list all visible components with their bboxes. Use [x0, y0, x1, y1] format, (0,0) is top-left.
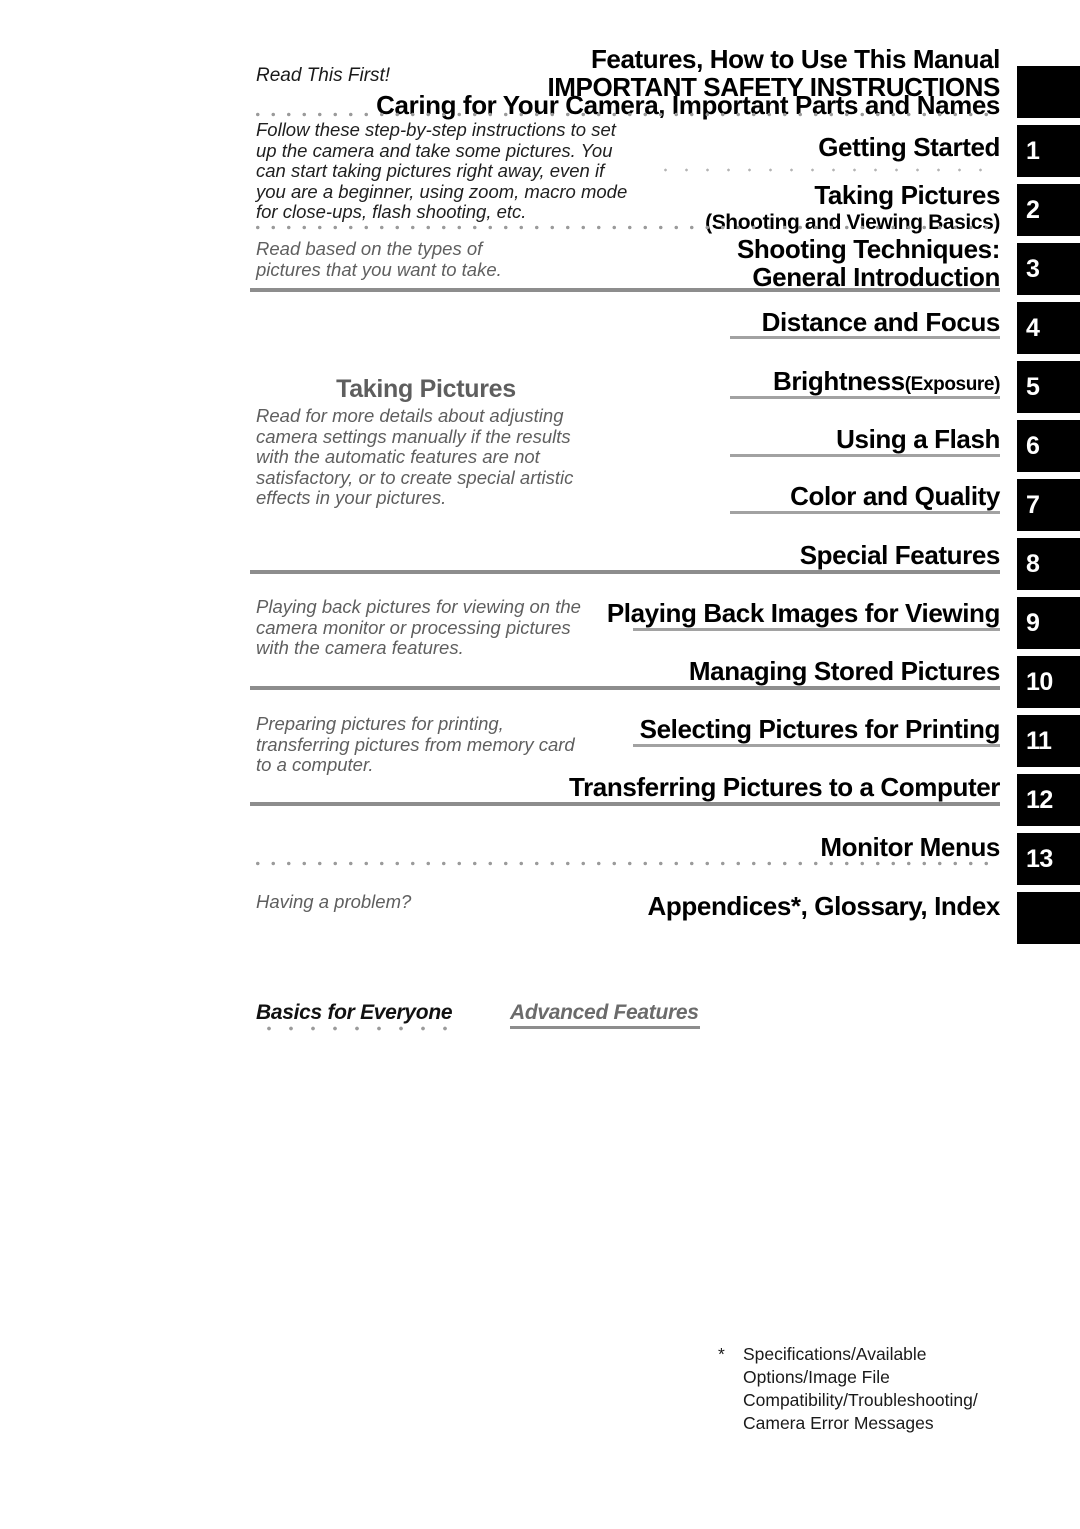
divider-rule-4 — [250, 802, 1000, 806]
footnote: * Specifications/Available Options/Image… — [718, 1343, 1018, 1435]
note-printing: Preparing pictures for printing, transfe… — [256, 713, 575, 776]
heading-using-a-flash[interactable]: Using a Flash — [836, 424, 1000, 455]
chapter-tab-3[interactable]: 3 — [1017, 243, 1080, 295]
chapter-tab-8[interactable]: 8 — [1017, 538, 1080, 590]
note-playback: Playing back pictures for viewing on the… — [256, 596, 581, 659]
note-shooting-techniques: Read based on the types of pictures that… — [256, 238, 502, 280]
chapter-tab-1[interactable]: 1 — [1017, 125, 1080, 177]
heading-selecting-printing[interactable]: Selecting Pictures for Printing — [640, 714, 1001, 745]
footnote-marker: * — [718, 1344, 725, 1364]
legend-advanced-features: Advanced Features — [510, 1001, 699, 1024]
divider-rule-brightness — [730, 396, 1000, 399]
chapter-tab-7[interactable]: 7 — [1017, 479, 1080, 531]
heading-transferring-computer[interactable]: Transferring Pictures to a Computer — [569, 772, 1000, 803]
divider-rule-printing — [633, 744, 1000, 747]
note-taking-pictures: Read for more details about adjusting ca… — [256, 405, 574, 509]
note-having-a-problem: Having a problem? — [256, 891, 412, 912]
heading-playing-back-images[interactable]: Playing Back Images for Viewing — [607, 598, 1001, 629]
chapter-tab-13[interactable]: 13 — [1017, 833, 1080, 885]
heading-brightness[interactable]: Brightness(Exposure) — [773, 366, 1000, 400]
chapter-tab-12[interactable]: 12 — [1017, 774, 1080, 826]
heading-features-how-to-use[interactable]: Features, How to Use This Manual — [591, 44, 1000, 75]
chapter-tab-9[interactable]: 9 — [1017, 597, 1080, 649]
chapter-tab-appendix[interactable] — [1017, 892, 1080, 944]
footnote-text: Specifications/Available Options/Image F… — [743, 1344, 978, 1433]
chapter-tab-5[interactable]: 5 — [1017, 361, 1080, 413]
heading-shooting-techniques[interactable]: Shooting Techniques: — [737, 234, 1000, 265]
note-read-this-first: Read This First! — [256, 65, 391, 86]
divider-rule-1 — [250, 288, 1000, 292]
chapter-tab-6[interactable]: 6 — [1017, 420, 1080, 472]
heading-brightness-label: Brightness — [772, 366, 905, 396]
divider-dotted-1 — [250, 112, 1000, 117]
divider-rule-playback — [633, 628, 1000, 631]
heading-appendices[interactable]: Appendices*, Glossary, Index — [648, 891, 1001, 922]
legend-basics-underline — [258, 1026, 458, 1031]
center-heading-taking-pictures: Taking Pictures — [336, 375, 516, 403]
chapter-tab-2[interactable]: 2 — [1017, 184, 1080, 236]
chapter-tab-10[interactable]: 10 — [1017, 656, 1080, 708]
legend-advanced-underline — [510, 1026, 700, 1029]
heading-special-features[interactable]: Special Features — [800, 540, 1001, 571]
note-getting-started: Follow these step-by-step instructions t… — [256, 119, 628, 223]
chapter-tab-4[interactable]: 4 — [1017, 302, 1080, 354]
heading-taking-pictures-subtitle: (Shooting and Viewing Basics) — [705, 211, 1000, 234]
divider-rule-color — [730, 511, 1000, 514]
divider-rule-2 — [250, 570, 1000, 574]
chapter-tab-11[interactable]: 11 — [1017, 715, 1080, 767]
divider-dotted-3 — [250, 225, 1000, 230]
divider-dotted-4 — [250, 861, 1000, 866]
heading-distance-and-focus[interactable]: Distance and Focus — [762, 307, 1001, 338]
heading-monitor-menus[interactable]: Monitor Menus — [820, 832, 1000, 863]
heading-getting-started[interactable]: Getting Started — [818, 132, 1000, 163]
heading-brightness-suffix: (Exposure) — [904, 374, 1001, 395]
heading-managing-stored[interactable]: Managing Stored Pictures — [689, 656, 1001, 687]
divider-dotted-2 — [655, 168, 1000, 172]
chapter-tab-cover[interactable] — [1017, 66, 1080, 118]
divider-rule-distance — [730, 336, 1000, 339]
legend-basics-for-everyone: Basics for Everyone — [256, 1001, 453, 1024]
heading-color-and-quality[interactable]: Color and Quality — [790, 481, 1000, 512]
divider-rule-3 — [250, 686, 1000, 690]
divider-rule-flash — [730, 454, 1000, 457]
chapter-tab-strip: 1 2 3 4 5 6 7 8 9 10 11 12 13 — [1017, 66, 1080, 944]
heading-taking-pictures[interactable]: Taking Pictures — [814, 180, 1000, 211]
